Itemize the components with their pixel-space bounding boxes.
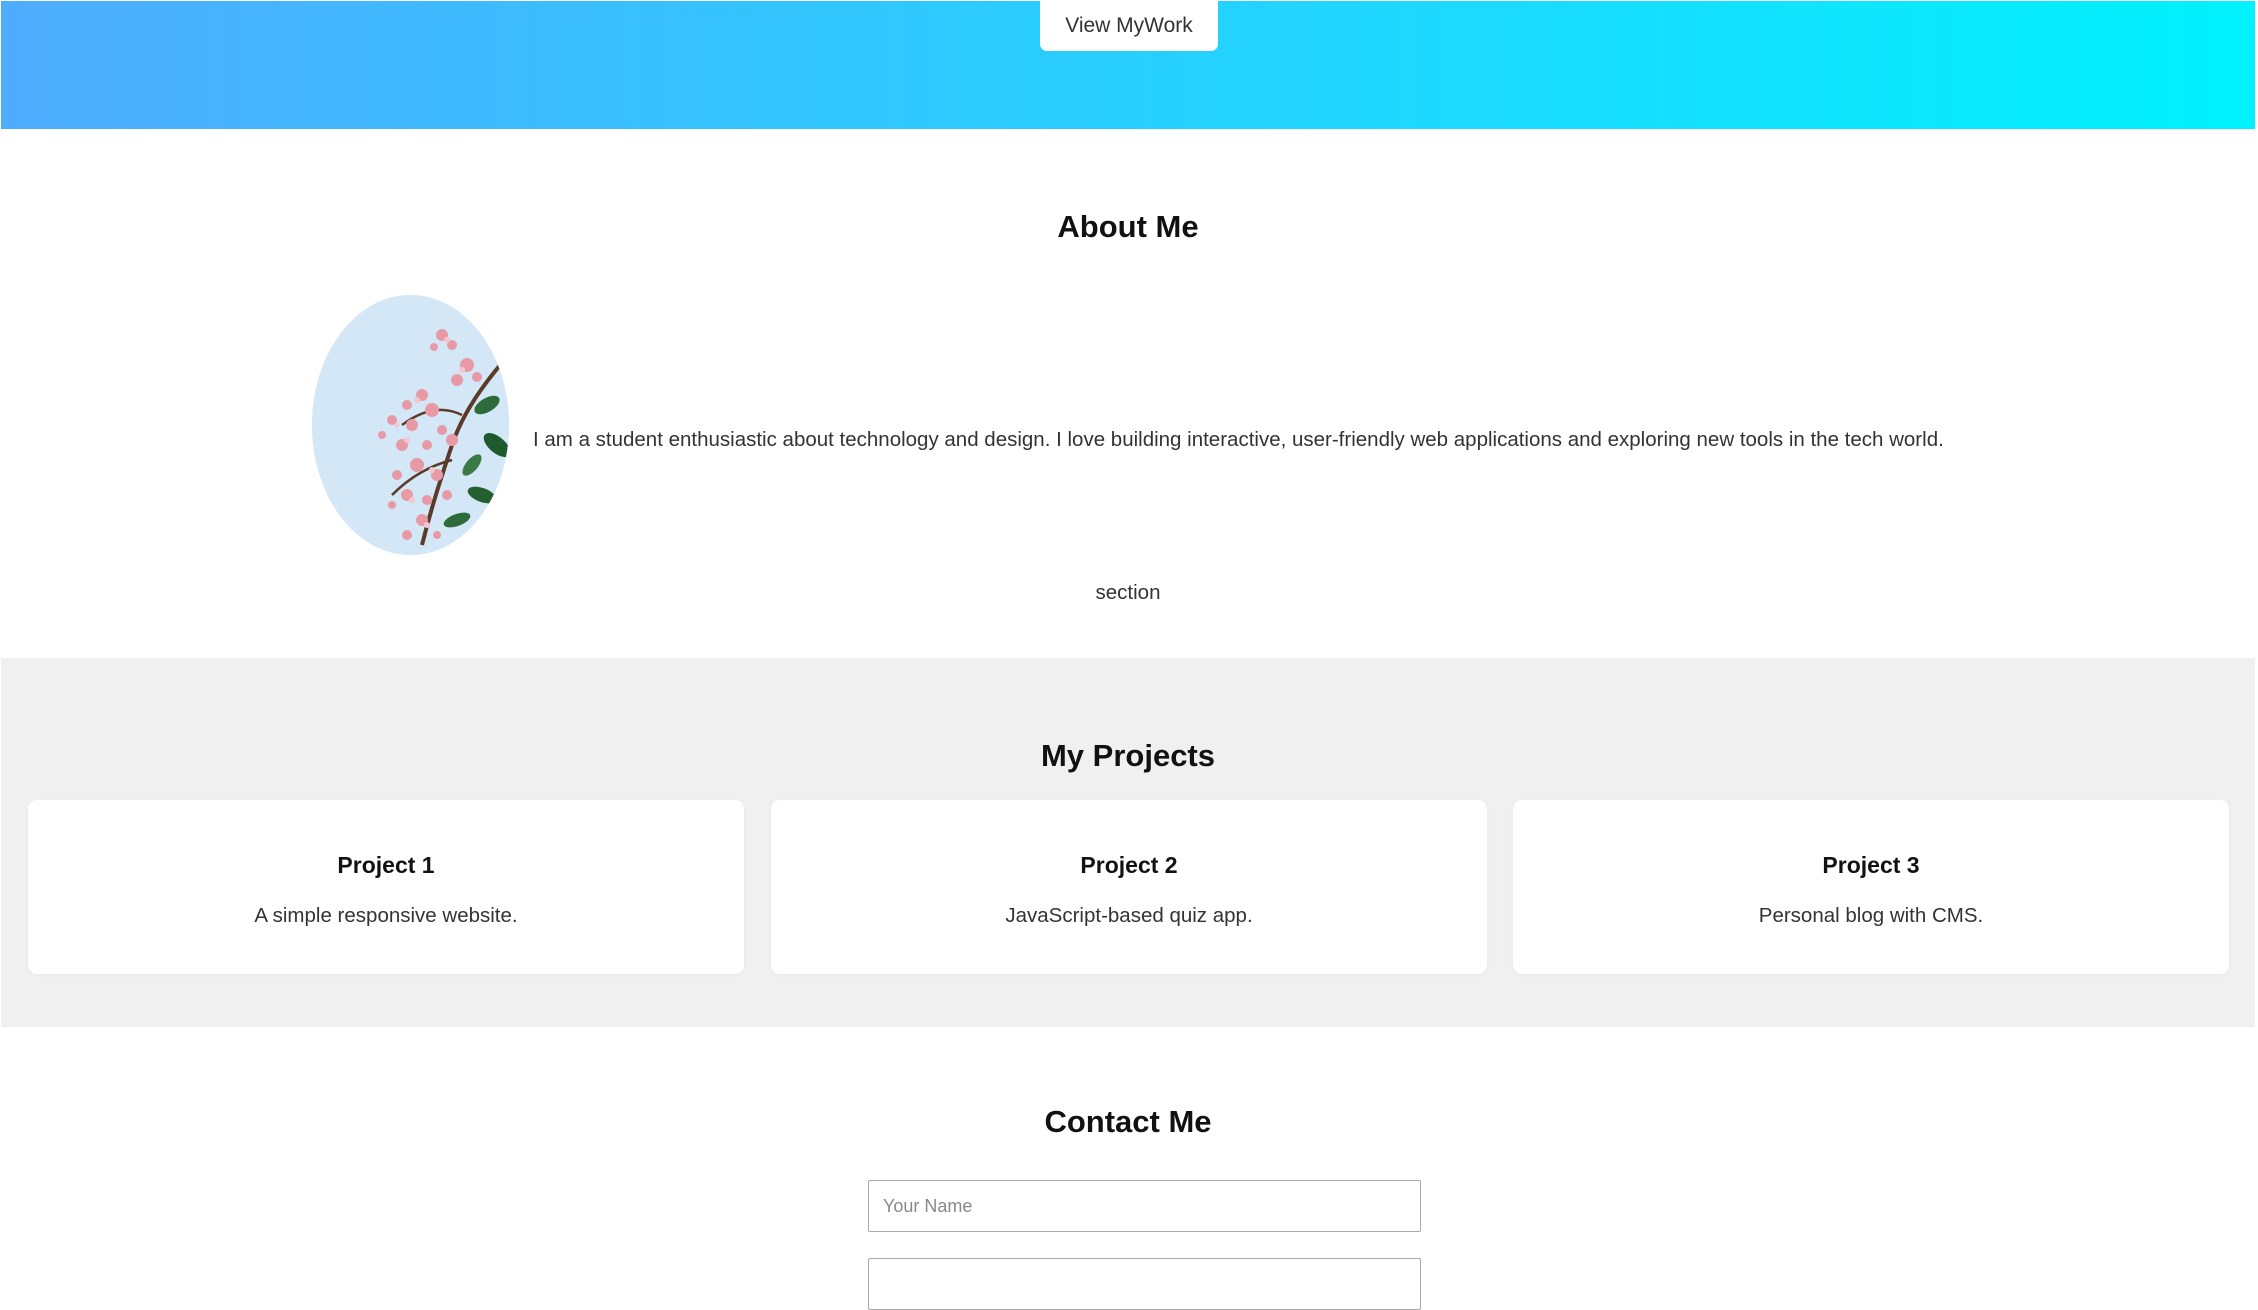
contact-title: Contact Me xyxy=(1044,1104,1212,1139)
project-title: Project 2 xyxy=(1080,852,1178,878)
view-my-work-button[interactable]: View MyWork xyxy=(1040,1,1218,51)
flower-photo-icon xyxy=(312,295,509,555)
project-description: JavaScript-based quiz app. xyxy=(1005,904,1253,927)
about-section-label: section xyxy=(1095,581,1161,604)
hero-banner: View MyWork xyxy=(1,1,2255,129)
profile-image xyxy=(312,295,509,555)
project-card-2: Project 2 JavaScript-based quiz app. xyxy=(771,800,1487,974)
contact-section: Contact Me xyxy=(1,1027,2255,1310)
project-description: Personal blog with CMS. xyxy=(1758,904,1984,927)
projects-section: My Projects Project 1 A simple responsiv… xyxy=(1,658,2255,1027)
about-section: About Me I am a student enthusiastic abo… xyxy=(1,129,2255,658)
name-input[interactable] xyxy=(868,1180,1421,1232)
about-title: About Me xyxy=(1057,209,1199,244)
project-description: A simple responsive website. xyxy=(254,904,518,927)
next-form-field[interactable] xyxy=(868,1258,1421,1310)
about-description: I am a student enthusiastic about techno… xyxy=(533,427,1944,451)
project-card-3: Project 3 Personal blog with CMS. xyxy=(1513,800,2229,974)
project-title: Project 1 xyxy=(337,852,435,878)
projects-title: My Projects xyxy=(1040,738,1215,773)
project-title: Project 3 xyxy=(1822,852,1920,878)
project-card-1: Project 1 A simple responsive website. xyxy=(28,800,744,974)
